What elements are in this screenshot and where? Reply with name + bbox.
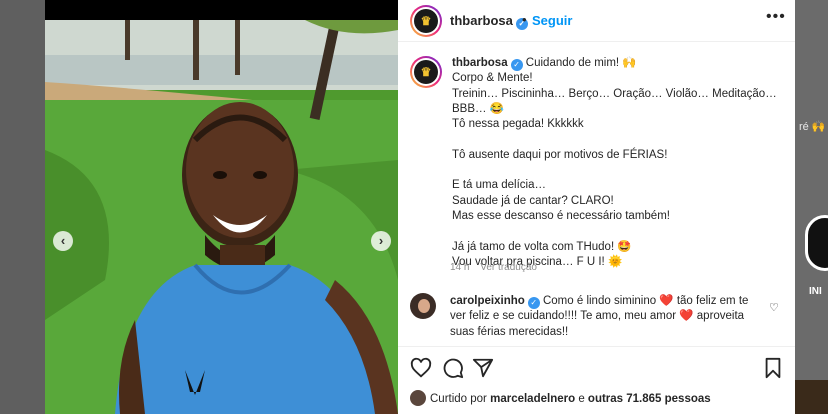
post-timestamp[interactable]: 14 h (450, 262, 469, 273)
caption-line: Mas esse descanso é necessário também! (452, 209, 670, 222)
follow-button[interactable]: Seguir (532, 13, 572, 28)
crown-logo-icon: ♛ (414, 60, 438, 84)
author-username[interactable]: thbarbosa ✓ (450, 13, 528, 30)
post-header: ♛ thbarbosa ✓ • Seguir ••• (398, 0, 795, 42)
caption-text: thbarbosa ✓ Cuidando de mim! 🙌 Corpo & Me… (452, 56, 782, 270)
caption-line: Tô ausente daqui por motivos de FÉRIAS! (452, 148, 668, 161)
separator-dot: • (522, 12, 527, 27)
background-thumbnail (795, 380, 828, 414)
background-feed: ré 🙌 INI (795, 0, 828, 414)
post-sidebar: ♛ thbarbosa ✓ • Seguir ••• ♛ thbarbosa ✓ C… (398, 0, 795, 414)
caption-line: BBB… 😂 (452, 102, 505, 115)
caption-author-avatar[interactable]: ♛ (410, 56, 442, 88)
caption-meta: 14 h Ver tradução (450, 262, 537, 273)
caption-line: E tá uma delícia… (452, 179, 546, 192)
like-heart-icon[interactable] (410, 357, 432, 379)
likes-count[interactable]: outras 71.865 pessoas (588, 393, 711, 405)
caption-line: Cuidando de mim! 🙌 (525, 57, 637, 69)
verified-badge-icon: ✓ (510, 59, 523, 71)
caption-line: Já já tamo de volta com THudo! 🤩 (452, 240, 632, 253)
comment-like-icon[interactable]: ♡ (769, 301, 779, 314)
caption-author-username[interactable]: thbarbosa (452, 57, 508, 69)
save-bookmark-icon[interactable] (762, 357, 784, 379)
post-dialog: ‹ › ♛ thbarbosa ✓ • Seguir ••• ♛ thbarbos… (45, 0, 795, 414)
comment-bubble-icon[interactable] (442, 357, 464, 379)
background-story-avatar (805, 215, 828, 271)
selfie-image (45, 20, 398, 414)
previous-photo-button[interactable]: ‹ (53, 231, 73, 251)
translate-link[interactable]: Ver tradução (480, 262, 537, 273)
verified-badge-icon: ✓ (527, 297, 540, 309)
comment-text: carolpeixinho ✓ Como é lindo siminino ❤️ … (450, 294, 760, 340)
liker-username[interactable]: marceladelnero (490, 393, 575, 405)
likes-summary: Curtido por marceladelnero e outras 71.8… (410, 390, 711, 406)
share-paper-plane-icon[interactable] (472, 357, 494, 379)
crown-logo-icon: ♛ (414, 9, 438, 33)
caption-line: Tô nessa pegada! Kkkkkk (452, 118, 584, 131)
caption-line: Corpo & Mente! (452, 72, 533, 85)
caption-line: Saudade já de cantar? CLARO! (452, 194, 614, 207)
post-photo[interactable]: ‹ › (45, 0, 398, 414)
author-avatar[interactable]: ♛ (410, 5, 442, 37)
next-photo-button[interactable]: › (371, 231, 391, 251)
commenter-avatar[interactable] (410, 293, 436, 319)
background-text: ré 🙌 (799, 121, 826, 133)
more-options-icon[interactable]: ••• (766, 8, 786, 26)
liker-avatar[interactable] (410, 390, 426, 406)
background-label: INI (809, 286, 822, 297)
photo-top-edge (45, 0, 398, 20)
caption-line: Treinin… Piscininha… Berço… Oração… Viol… (452, 87, 777, 100)
action-bar: Curtido por marceladelnero e outras 71.8… (398, 346, 795, 414)
commenter-username[interactable]: carolpeixinho (450, 295, 525, 307)
